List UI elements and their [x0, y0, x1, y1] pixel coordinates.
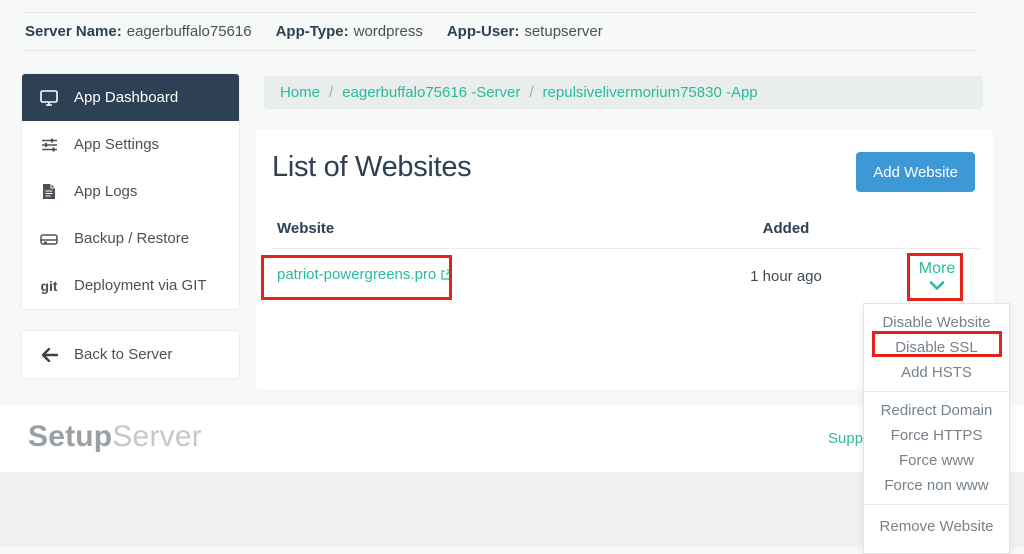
add-website-button[interactable]: Add Website — [856, 152, 975, 192]
server-info-bar: Server Name: eagerbuffalo75616 App-Type:… — [25, 12, 977, 51]
sidebar-item-label: App Logs — [74, 183, 137, 200]
chevron-down-icon — [902, 281, 972, 290]
more-menu-toggle[interactable]: More — [902, 260, 972, 290]
more-dropdown-menu: Disable Website Disable SSL Add HSTS Red… — [863, 303, 1010, 554]
file-text-icon — [39, 183, 59, 200]
menu-item-disable-website[interactable]: Disable Website — [864, 310, 1009, 335]
menu-item-force-https[interactable]: Force HTTPS — [864, 423, 1009, 448]
website-link[interactable]: patriot-powergreens.pro — [277, 266, 452, 283]
menu-item-force-www[interactable]: Force www — [864, 448, 1009, 473]
monitor-icon — [39, 90, 59, 106]
git-icon: git — [39, 278, 59, 294]
logo-bold-part: Setup — [28, 420, 112, 453]
setupserver-logo: SetupServer — [28, 420, 202, 454]
menu-item-force-non-www[interactable]: Force non www — [864, 473, 1009, 498]
app-user-label: App-User: — [447, 23, 520, 40]
breadcrumb-app-link[interactable]: repulsivelivermorium75830 -App — [543, 84, 758, 101]
menu-item-disable-ssl[interactable]: Disable SSL — [864, 335, 1009, 360]
table-header-website: Website — [277, 220, 334, 237]
server-name-label: Server Name: — [25, 23, 122, 40]
added-cell: 1 hour ago — [726, 268, 846, 285]
app-type-label: App-Type: — [276, 23, 349, 40]
hard-drive-icon — [39, 232, 59, 246]
sidebar-nav: App Dashboard App Settings App Logs — [21, 73, 240, 310]
table-header-added: Added — [726, 220, 846, 237]
menu-item-add-hsts[interactable]: Add HSTS — [864, 360, 1009, 385]
sidebar-item-app-settings[interactable]: App Settings — [22, 121, 239, 168]
logo-light-part: Server — [112, 420, 202, 453]
server-name-value: eagerbuffalo75616 — [127, 23, 252, 40]
breadcrumb-home-link[interactable]: Home — [280, 84, 320, 101]
external-link-icon — [441, 269, 452, 280]
sidebar-item-label: Back to Server — [74, 346, 172, 363]
sidebar-item-backup-restore[interactable]: Backup / Restore — [22, 215, 239, 262]
sliders-icon — [39, 137, 59, 153]
page-title: List of Websites — [272, 151, 471, 184]
sidebar-item-back-to-server[interactable]: Back to Server — [22, 331, 239, 378]
app-type-value: wordpress — [354, 23, 423, 40]
server-name-pair: Server Name: eagerbuffalo75616 — [25, 23, 252, 40]
dropdown-group: Redirect Domain Force HTTPS Force www Fo… — [864, 391, 1009, 504]
sidebar-item-label: App Dashboard — [74, 89, 178, 106]
app-window: Server Name: eagerbuffalo75616 App-Type:… — [0, 0, 1024, 547]
sidebar-item-deployment-git[interactable]: git Deployment via GIT — [22, 262, 239, 309]
more-label: More — [902, 260, 972, 278]
table-header-divider — [271, 248, 979, 249]
website-link-label: patriot-powergreens.pro — [277, 266, 436, 283]
sidebar-item-label: Backup / Restore — [74, 230, 189, 247]
breadcrumb-server-link[interactable]: eagerbuffalo75616 -Server — [342, 84, 520, 101]
arrow-left-icon — [39, 348, 59, 362]
menu-item-remove-website[interactable]: Remove Website — [864, 514, 1009, 539]
sidebar-item-label: Deployment via GIT — [74, 277, 207, 294]
app-user-value: setupserver — [524, 23, 602, 40]
menu-item-redirect-domain[interactable]: Redirect Domain — [864, 398, 1009, 423]
sidebar-item-app-logs[interactable]: App Logs — [22, 168, 239, 215]
dropdown-group: Remove Website — [864, 504, 1009, 553]
dropdown-group: Disable Website Disable SSL Add HSTS — [864, 304, 1009, 391]
app-user-pair: App-User: setupserver — [447, 23, 603, 40]
back-to-server-card: Back to Server — [21, 330, 240, 379]
breadcrumb-separator: / — [529, 84, 533, 101]
breadcrumb: Home / eagerbuffalo75616 -Server / repul… — [264, 76, 983, 109]
sidebar-item-app-dashboard[interactable]: App Dashboard — [22, 74, 239, 121]
breadcrumb-separator: / — [329, 84, 333, 101]
app-type-pair: App-Type: wordpress — [276, 23, 423, 40]
sidebar-item-label: App Settings — [74, 136, 159, 153]
